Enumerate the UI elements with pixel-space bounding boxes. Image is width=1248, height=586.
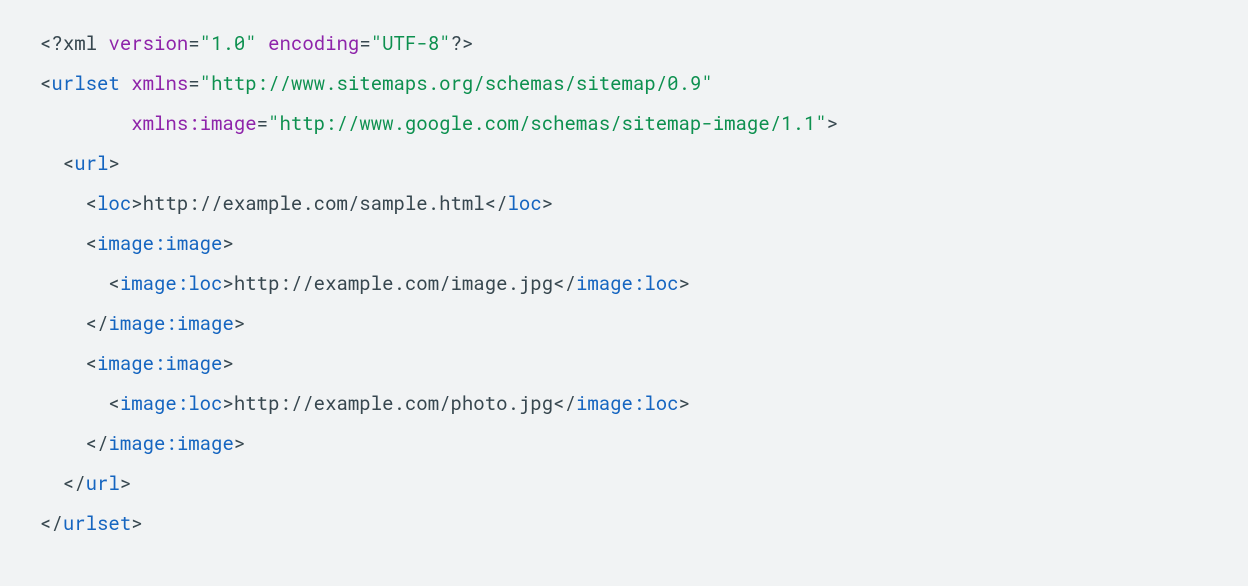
xml-open-tag: image:loc [120, 391, 223, 416]
xml-open-tag: image:image [97, 351, 222, 376]
xml-close-tag: urlset [63, 511, 131, 536]
xml-open-tag: url [74, 151, 108, 176]
xml-attr-name: encoding [268, 31, 359, 56]
xml-open-tag: loc [97, 191, 131, 216]
code-line: <loc>http://example.com/sample.html</loc… [40, 191, 553, 216]
code-line: </image:image> [40, 311, 245, 336]
xml-text: http://example.com/sample.html [143, 191, 485, 216]
xml-close-tag: image:image [108, 311, 233, 336]
code-line: <image:loc>http://example.com/image.jpg<… [40, 271, 690, 296]
code-line: </urlset> [40, 511, 143, 536]
xml-attr-name: xmlns [131, 71, 188, 96]
code-line: <image:image> [40, 351, 234, 376]
xml-text: http://example.com/image.jpg [234, 271, 553, 296]
xml-code-block: <?xml version="1.0" encoding="UTF-8"?> <… [0, 0, 1248, 568]
code-line: <image:image> [40, 231, 234, 256]
xml-attr-value: "http://www.sitemaps.org/schemas/sitemap… [200, 71, 713, 96]
xml-close-tag: image:image [108, 431, 233, 456]
xml-decl-open: <? [40, 31, 63, 56]
xml-open-tag: image:loc [120, 271, 223, 296]
xml-close-tag: image:loc [576, 271, 679, 296]
xml-decl-name: xml [63, 31, 97, 56]
xml-attr-name: version [108, 31, 188, 56]
code-line: <image:loc>http://example.com/photo.jpg<… [40, 391, 690, 416]
xml-open-tag: image:image [97, 231, 222, 256]
xml-attr-value: "http://www.google.com/schemas/sitemap-i… [268, 111, 827, 136]
code-line: <?xml version="1.0" encoding="UTF-8"?> [40, 31, 473, 56]
xml-decl-close: ?> [451, 31, 474, 56]
code-line: <url> [40, 151, 120, 176]
xml-text: http://example.com/photo.jpg [234, 391, 553, 416]
xml-attr-value: "1.0" [200, 31, 257, 56]
xml-close-tag: url [86, 471, 120, 496]
code-line: xmlns:image="http://www.google.com/schem… [40, 111, 838, 136]
xml-attr-name: xmlns:image [131, 111, 256, 136]
code-line: <urlset xmlns="http://www.sitemaps.org/s… [40, 71, 713, 96]
code-line: </image:image> [40, 431, 245, 456]
xml-close-tag: image:loc [576, 391, 679, 416]
xml-open-tag: urlset [51, 71, 119, 96]
code-line: </url> [40, 471, 131, 496]
xml-close-tag: loc [508, 191, 542, 216]
xml-attr-value: "UTF-8" [371, 31, 451, 56]
